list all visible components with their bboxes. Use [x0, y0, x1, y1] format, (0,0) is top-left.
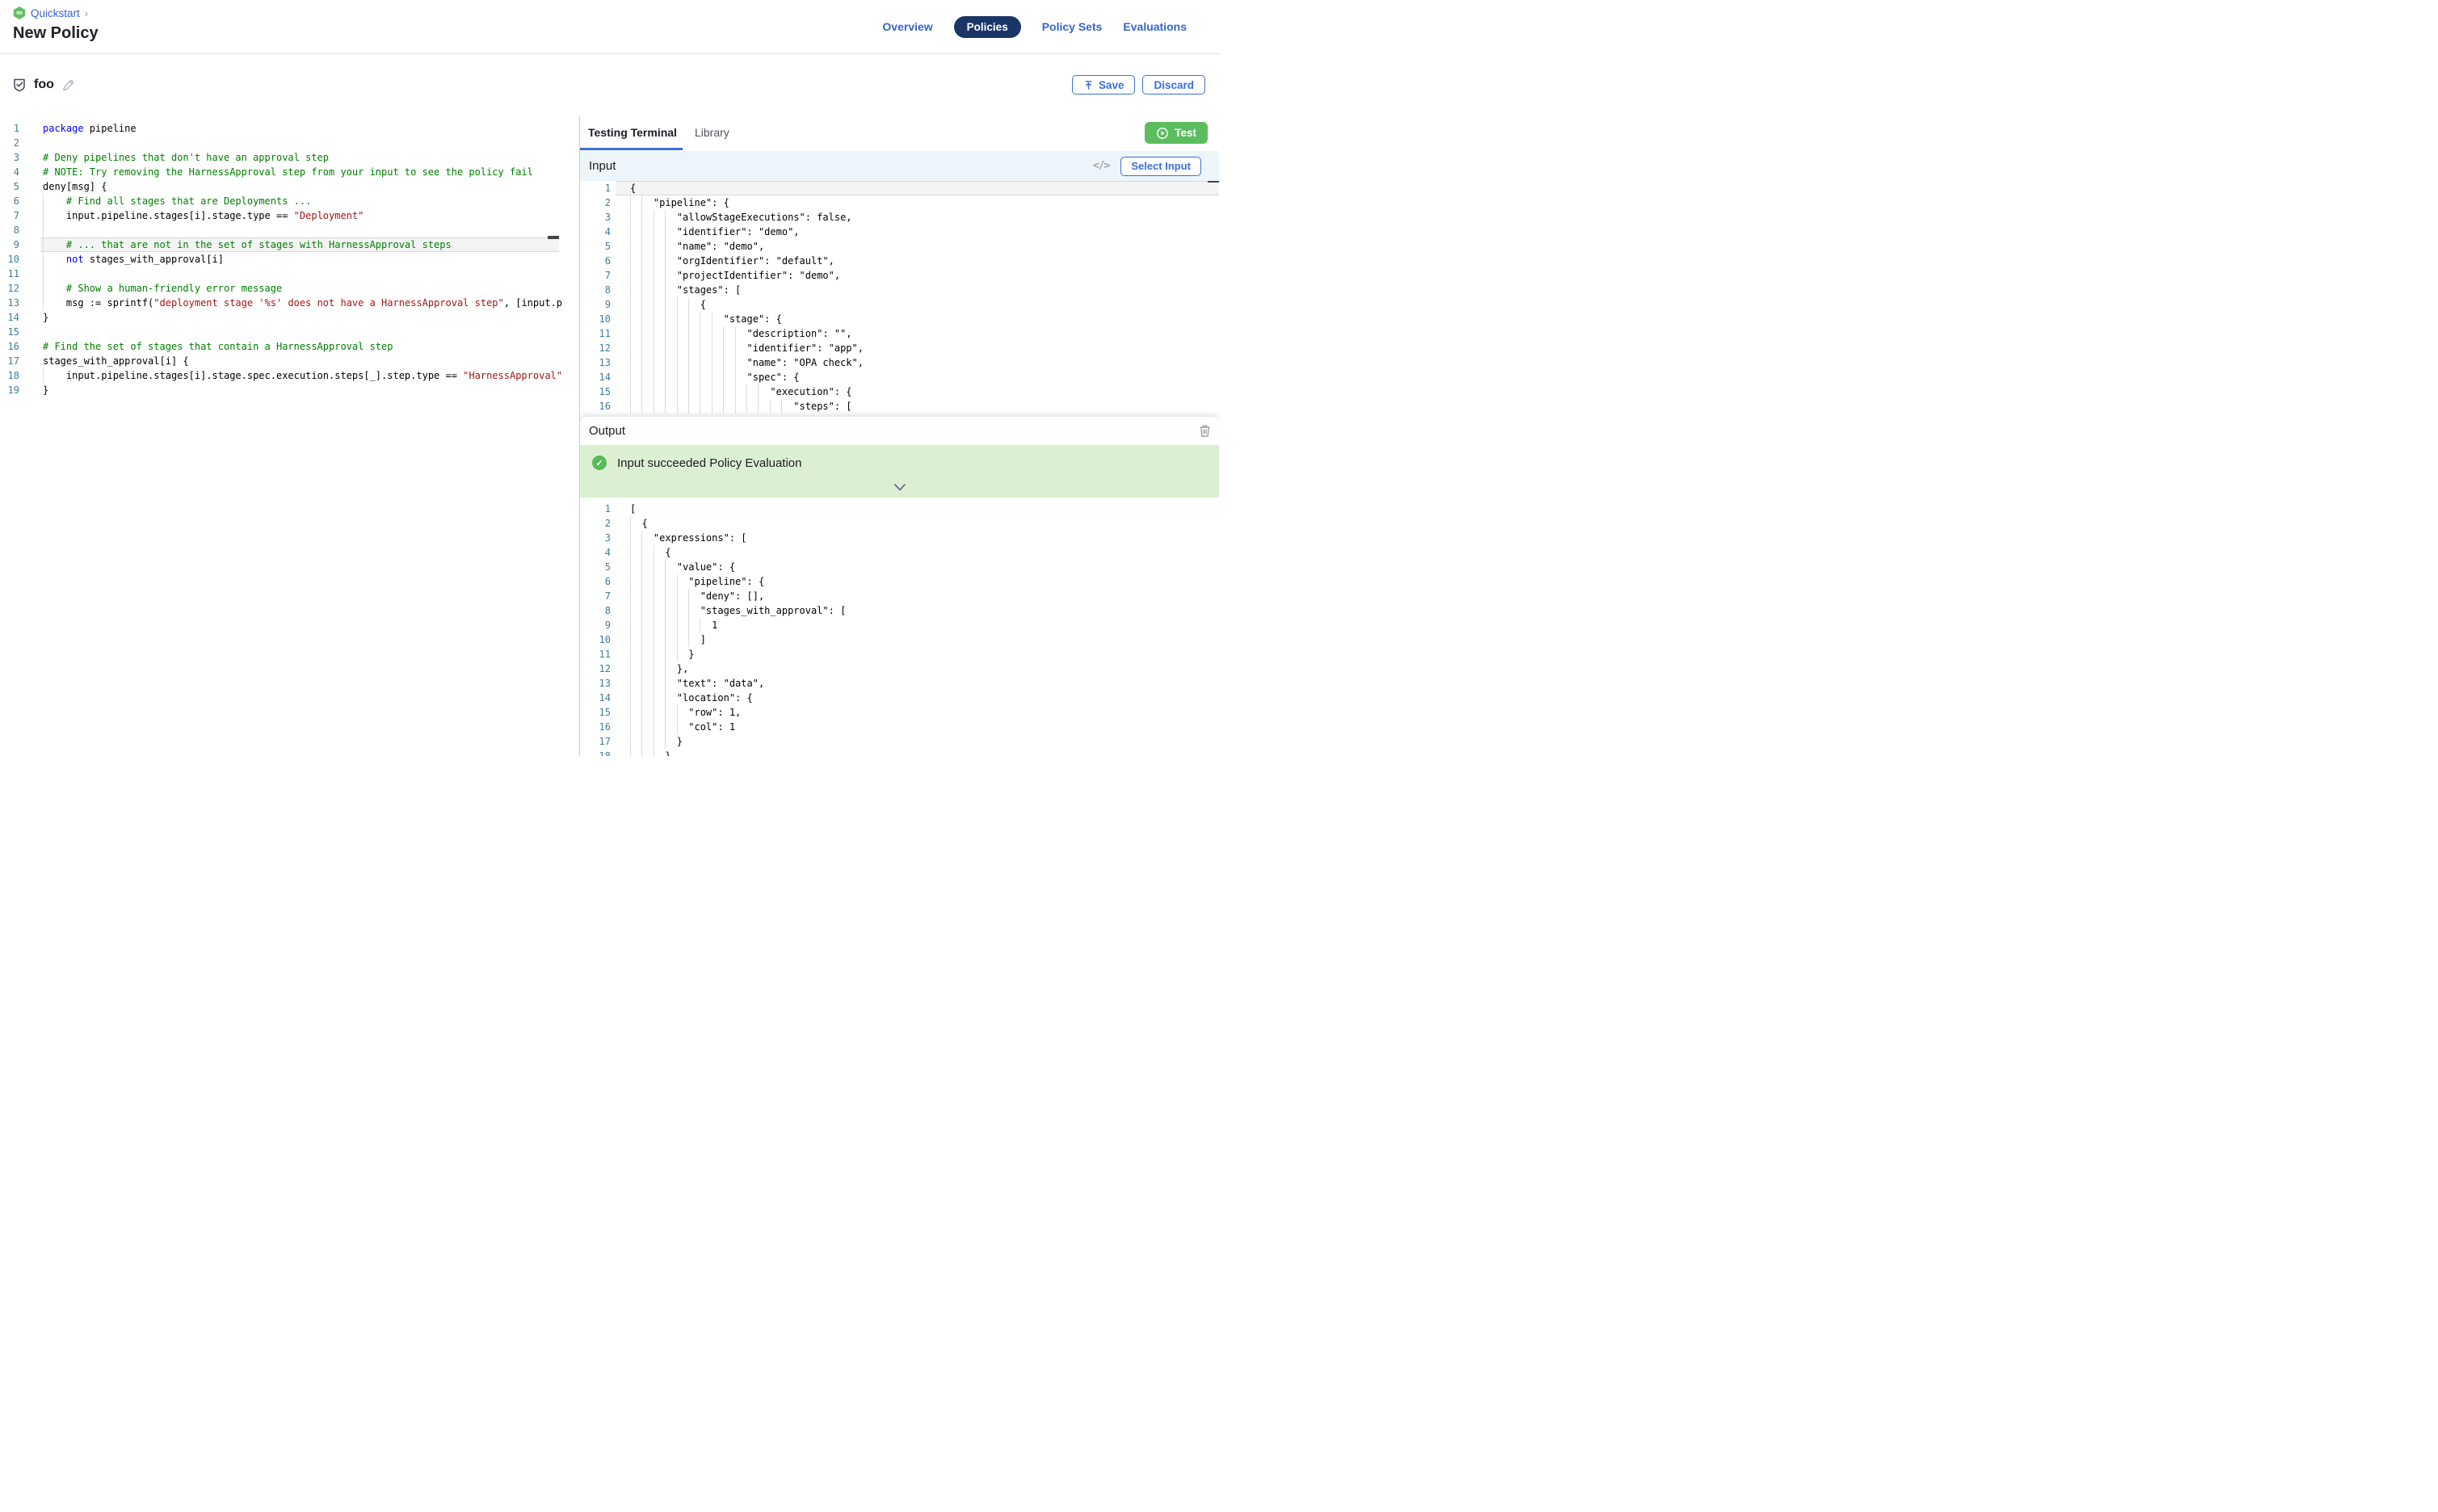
upload-icon	[1083, 80, 1094, 90]
code-line: 17 }	[580, 734, 1219, 749]
code-line: 12 },	[580, 662, 1219, 676]
code-line: 16 "col": 1	[580, 720, 1219, 734]
cursor-overview-marker	[1208, 181, 1219, 183]
code-line: 4 {	[580, 545, 1219, 560]
code-line: 18 }	[580, 749, 1219, 756]
chevron-right-icon: ›	[85, 7, 88, 19]
project-logo-icon: ∞	[13, 6, 26, 19]
code-line: 11 "description": "",	[580, 326, 1219, 341]
code-line: 9 # ... that are not in the set of stage…	[0, 237, 579, 252]
tab-library[interactable]: Library	[695, 126, 729, 139]
code-line: 8 "stages": [	[580, 283, 1219, 297]
code-line: 5 "name": "demo",	[580, 239, 1219, 254]
test-button[interactable]: Test	[1145, 122, 1208, 144]
output-section-header: Output	[580, 417, 1219, 445]
input-title: Input	[589, 159, 616, 173]
code-line: 1{	[580, 181, 1219, 195]
cursor-overview-marker	[548, 236, 559, 239]
code-line: 13 "name": "OPA check",	[580, 355, 1219, 370]
code-line: 10 ]	[580, 632, 1219, 647]
code-line: 3# Deny pipelines that don't have an app…	[0, 150, 579, 165]
nav-item-policies-active[interactable]: Policies	[954, 16, 1021, 38]
code-line: 8 "stages_with_approval": [	[580, 603, 1219, 618]
code-line: 14 "spec": {	[580, 370, 1219, 384]
code-line: 12 "identifier": "app",	[580, 341, 1219, 355]
code-line: 7 input.pipeline.stages[i].stage.type ==…	[0, 208, 579, 223]
output-json-editor[interactable]: 1[2 {3 "expressions": [4 {5 "value": {6 …	[580, 498, 1219, 756]
code-line: 11 }	[580, 647, 1219, 662]
code-line: 6 # Find all stages that are Deployments…	[0, 194, 579, 208]
input-json-editor[interactable]: 1{2 "pipeline": {3 "allowStageExecutions…	[580, 181, 1219, 416]
code-line: 18 input.pipeline.stages[i].stage.spec.e…	[0, 368, 579, 383]
code-line: 3 "allowStageExecutions": false,	[580, 210, 1219, 225]
code-line: 15 "execution": {	[580, 384, 1219, 399]
nav-item-overview[interactable]: Overview	[882, 20, 932, 33]
code-line: 5 "value": {	[580, 560, 1219, 574]
select-input-button[interactable]: Select Input	[1120, 157, 1201, 176]
edit-pencil-icon[interactable]	[61, 78, 75, 92]
code-line: 15 "row": 1,	[580, 705, 1219, 720]
code-line: 1package pipeline	[0, 121, 579, 136]
breadcrumb-link-quickstart[interactable]: Quickstart	[31, 7, 80, 19]
code-line: 6 "orgIdentifier": "default",	[580, 254, 1219, 268]
code-line: 8	[0, 223, 579, 237]
chevron-down-icon[interactable]	[893, 484, 906, 491]
testing-pane: Testing Terminal Library Test Input </> …	[580, 116, 1219, 756]
output-section: Output ✓ Input succeeded Policy Evaluati…	[580, 416, 1219, 756]
code-line: 13 "text": "data",	[580, 676, 1219, 691]
input-section-header: Input </> Select Input	[580, 151, 1219, 181]
evaluation-success-banner: ✓ Input succeeded Policy Evaluation	[580, 445, 1219, 498]
policy-shield-check-icon	[12, 78, 27, 93]
code-line: 15	[0, 325, 579, 339]
top-header: ∞ Quickstart › New Policy Overview Polic…	[0, 0, 1219, 54]
code-line: 10 not stages_with_approval[i]	[0, 252, 579, 267]
save-button[interactable]: Save	[1072, 75, 1136, 94]
code-line: 2 {	[580, 516, 1219, 531]
code-line: 16# Find the set of stages that contain …	[0, 339, 579, 354]
code-line: 16 "steps": [	[580, 399, 1219, 414]
success-check-icon: ✓	[592, 456, 607, 470]
breadcrumb: ∞ Quickstart ›	[13, 6, 88, 19]
code-view-icon[interactable]: </>	[1093, 160, 1109, 172]
code-line: 7 "deny": [],	[580, 589, 1219, 603]
discard-button[interactable]: Discard	[1142, 75, 1205, 94]
code-line: 1[	[580, 502, 1219, 516]
nav-item-evaluations[interactable]: Evaluations	[1123, 20, 1187, 33]
play-icon	[1156, 127, 1169, 140]
code-line: 4# NOTE: Try removing the HarnessApprova…	[0, 165, 579, 179]
code-line: 6 "pipeline": {	[580, 574, 1219, 589]
code-line: 13 msg := sprintf("deployment stage '%s'…	[0, 296, 579, 310]
terminal-tabs: Testing Terminal Library Test	[580, 116, 1219, 151]
policy-code-editor[interactable]: 1package pipeline23# Deny pipelines that…	[0, 116, 580, 756]
code-line: 9 1	[580, 618, 1219, 632]
tab-testing-terminal[interactable]: Testing Terminal	[588, 126, 677, 139]
code-line: 11	[0, 267, 579, 281]
code-line: 19}	[0, 383, 579, 397]
code-line: 10 "stage": {	[580, 312, 1219, 326]
code-line: 2	[0, 136, 579, 150]
code-line: 12 # Show a human-friendly error message	[0, 281, 579, 296]
policy-toolbar: foo Save Discard	[0, 54, 1219, 116]
code-line: 7 "projectIdentifier": "demo",	[580, 268, 1219, 283]
output-title: Output	[589, 424, 625, 438]
code-line: 2 "pipeline": {	[580, 195, 1219, 210]
top-nav: Overview Policies Policy Sets Evaluation…	[882, 0, 1187, 53]
policy-name: foo	[34, 78, 54, 92]
banner-message: Input succeeded Policy Evaluation	[617, 456, 801, 470]
code-line: 17stages_with_approval[i] {	[0, 354, 579, 368]
code-line: 9 {	[580, 297, 1219, 312]
trash-icon[interactable]	[1199, 424, 1211, 438]
code-line: 14 "location": {	[580, 691, 1219, 705]
code-line: 14}	[0, 310, 579, 325]
code-line: 4 "identifier": "demo",	[580, 225, 1219, 239]
page-title: New Policy	[13, 24, 99, 43]
content-split: 1package pipeline23# Deny pipelines that…	[0, 116, 1219, 756]
code-line: 3 "expressions": [	[580, 531, 1219, 545]
code-line: 5deny[msg] {	[0, 179, 579, 194]
page: ∞ Quickstart › New Policy Overview Polic…	[0, 0, 1219, 756]
nav-item-policy-sets[interactable]: Policy Sets	[1042, 20, 1103, 33]
active-tab-underline	[580, 148, 683, 150]
